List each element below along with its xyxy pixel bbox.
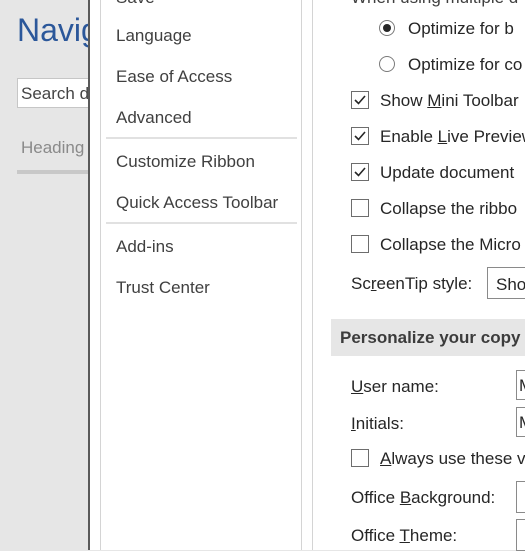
category-language[interactable]: Language — [116, 26, 192, 46]
tab-headings[interactable]: Heading — [21, 138, 84, 158]
radio-optimize-best-label[interactable]: Optimize for b — [408, 19, 514, 39]
screentip-style-dropdown[interactable]: Sho — [487, 267, 525, 299]
collapse-microsoft-label[interactable]: Collapse the Micro — [380, 235, 521, 255]
checkbox-update-document[interactable] — [351, 163, 369, 181]
user-name-field[interactable]: M — [516, 370, 525, 400]
checkbox-collapse-microsoft[interactable] — [351, 235, 369, 253]
initials-label: Initials: — [351, 414, 404, 433]
category-quick-access-toolbar[interactable]: Quick Access Toolbar — [116, 193, 278, 213]
personalize-section-title: Personalize your copy — [340, 328, 521, 347]
checkbox-collapse-ribbon[interactable] — [351, 199, 369, 217]
show-mini-toolbar-label[interactable]: Show Mini Toolbar — [380, 91, 519, 111]
category-save[interactable]: Save — [116, 0, 155, 8]
user-name-label: User name: — [351, 377, 439, 396]
pane-gap — [302, 0, 312, 550]
radio-optimize-best[interactable] — [379, 20, 395, 36]
personalize-section-header: Personalize your copy — [331, 319, 525, 356]
office-background-label: Office Background: — [351, 488, 496, 507]
tab-underline — [17, 170, 90, 174]
checkbox-show-mini-toolbar[interactable] — [351, 91, 369, 109]
checkmark-icon — [354, 95, 366, 105]
office-theme-dropdown[interactable] — [516, 519, 525, 551]
category-ease-of-access[interactable]: Ease of Access — [116, 67, 232, 87]
category-customize-ribbon[interactable]: Customize Ribbon — [116, 152, 255, 172]
multiple-displays-label: When using multiple d — [351, 0, 518, 8]
office-background-dropdown[interactable] — [516, 481, 525, 513]
category-separator — [106, 137, 297, 139]
office-theme-label: Office Theme: — [351, 526, 458, 545]
checkbox-enable-live-preview[interactable] — [351, 127, 369, 145]
checkbox-always-use[interactable] — [351, 449, 369, 467]
checkmark-icon — [354, 167, 366, 177]
navigation-pane: Navig Search d Heading — [0, 0, 90, 550]
radio-optimize-compat[interactable] — [379, 56, 395, 72]
navigation-search-input[interactable]: Search d — [17, 78, 90, 108]
radio-optimize-compat-label[interactable]: Optimize for co — [408, 55, 522, 75]
navigation-title: Navig — [17, 12, 90, 48]
update-document-label[interactable]: Update document — [380, 163, 514, 183]
checkmark-icon — [354, 131, 366, 141]
category-advanced[interactable]: Advanced — [116, 108, 192, 128]
screentip-style-label: ScreenTip style: — [351, 274, 473, 293]
enable-live-preview-label[interactable]: Enable Live Preview — [380, 127, 525, 147]
collapse-ribbon-label[interactable]: Collapse the ribbo — [380, 199, 517, 219]
category-separator — [106, 222, 297, 224]
initials-field[interactable]: M — [516, 407, 525, 437]
category-add-ins[interactable]: Add-ins — [116, 237, 174, 257]
always-use-label[interactable]: Always use these v — [380, 449, 525, 469]
category-trust-center[interactable]: Trust Center — [116, 278, 210, 298]
